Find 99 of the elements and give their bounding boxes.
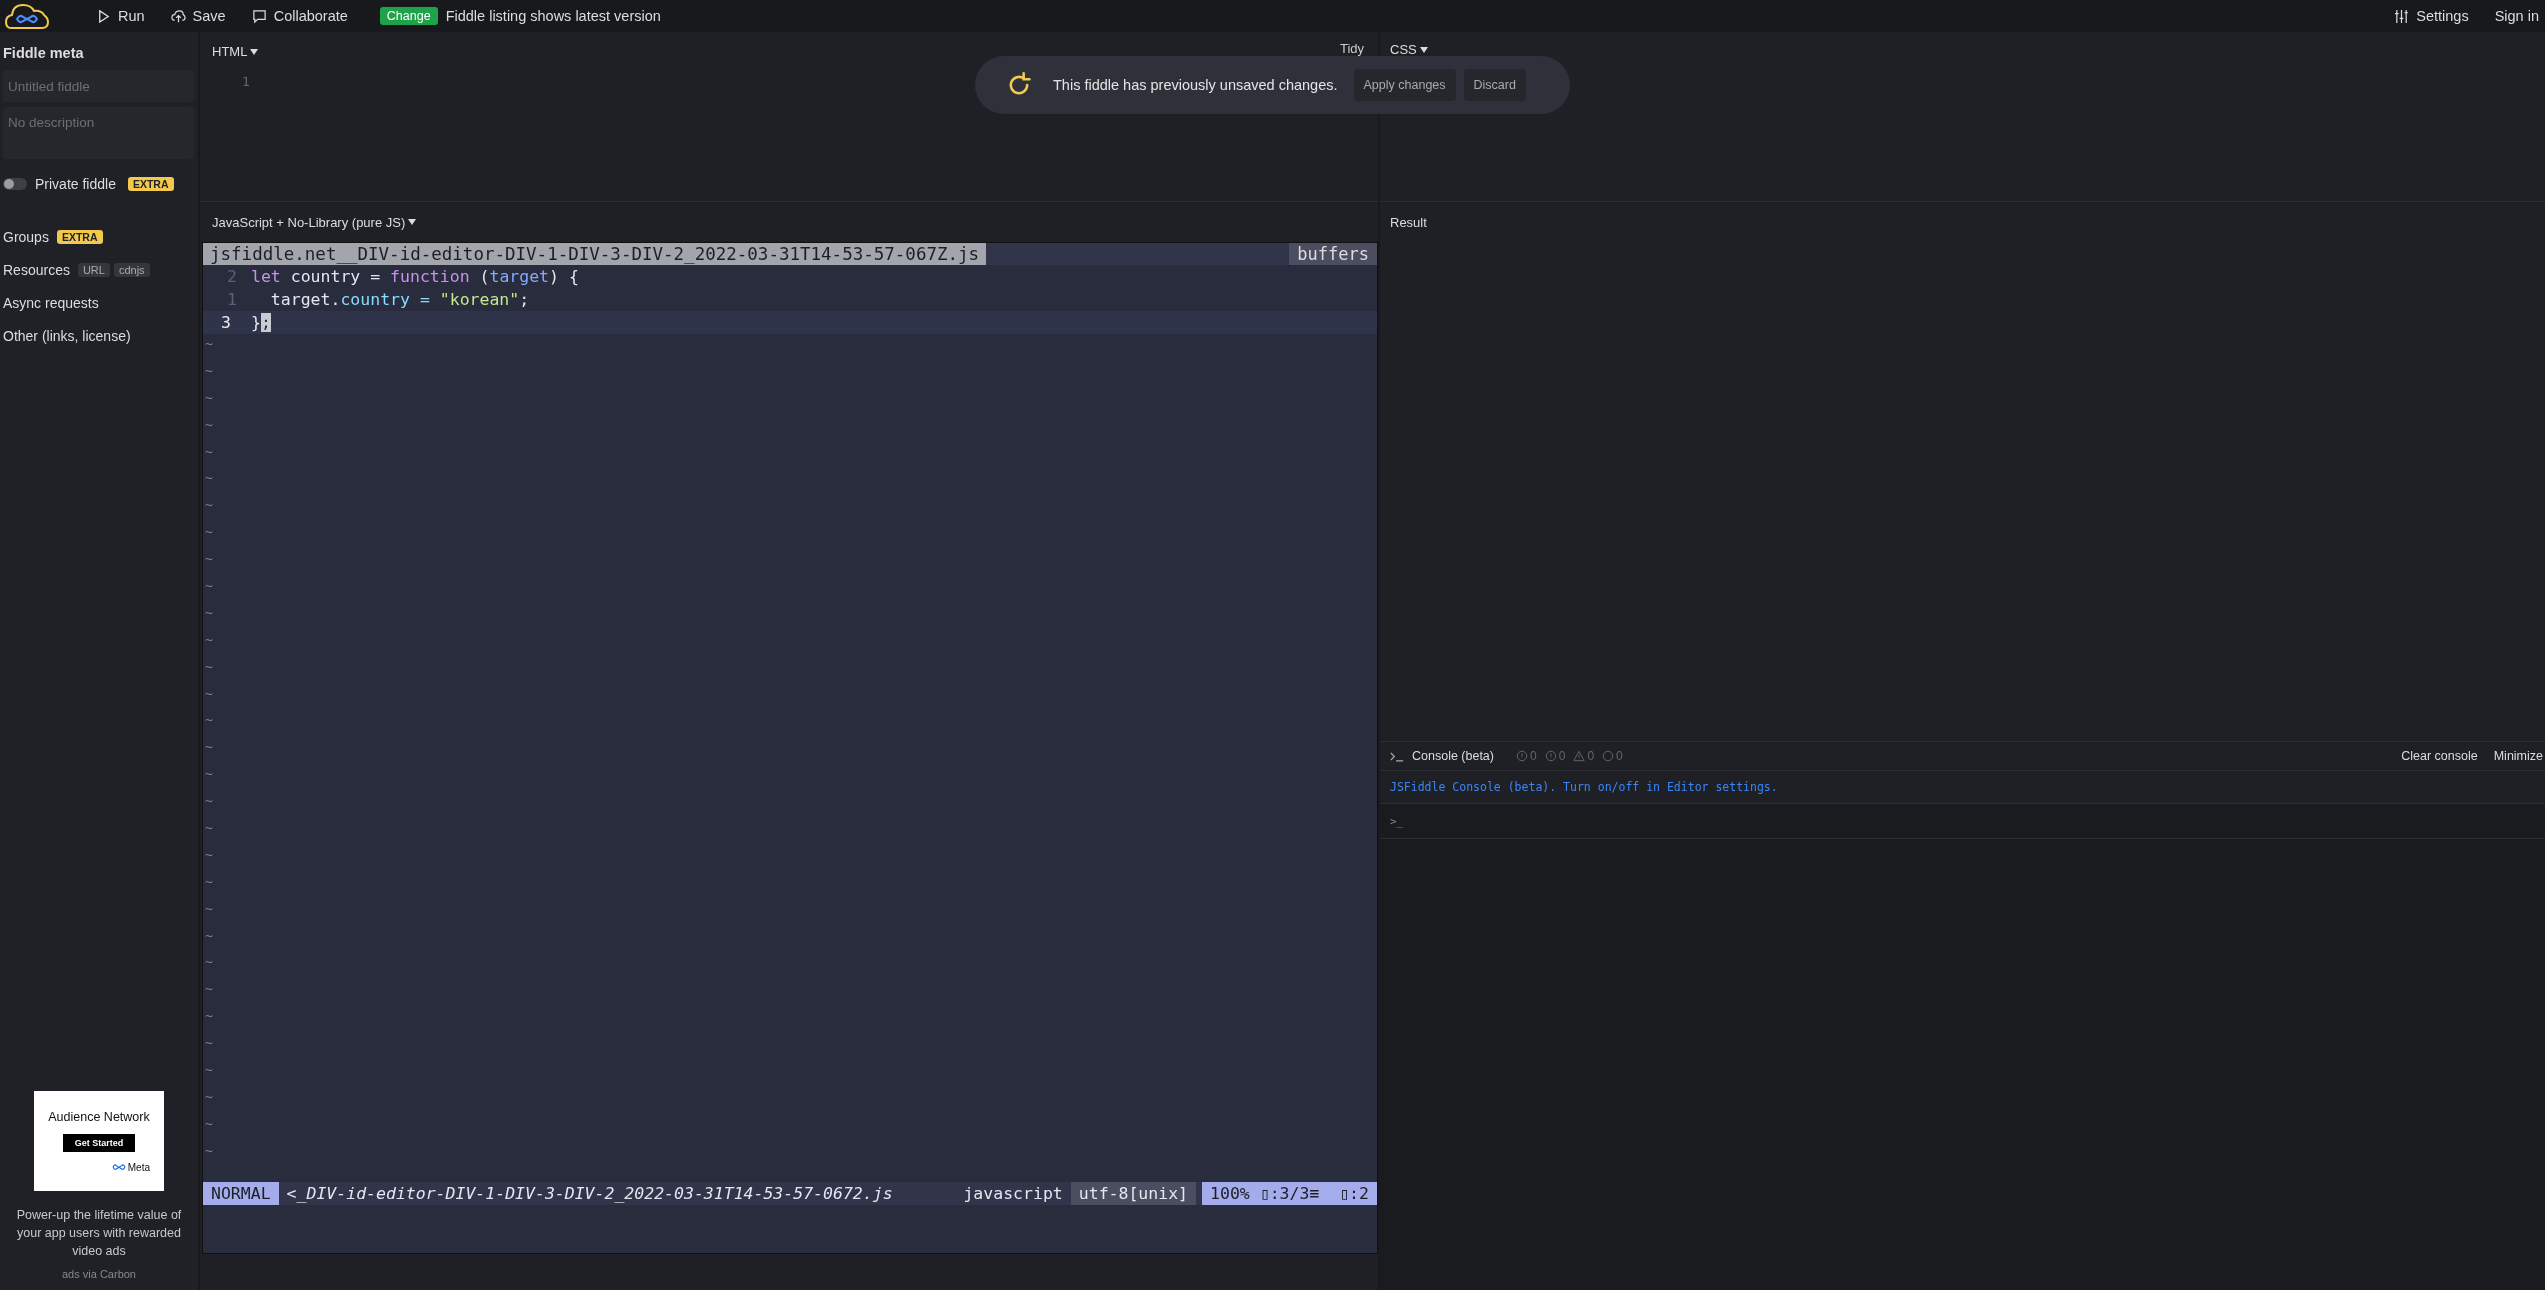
empty-line-marker: ~ <box>205 793 213 809</box>
filetype-label: javascript <box>962 1183 1064 1205</box>
empty-line-marker: ~ <box>205 954 213 970</box>
code-line: target.country = "korean"; <box>269 290 530 309</box>
sidebar-item[interactable]: Resources <box>3 262 70 278</box>
empty-line-marker: ~ <box>205 1062 213 1078</box>
console-count: 0 <box>1587 749 1595 763</box>
console-action-button[interactable]: Minimize <box>2493 749 2543 763</box>
tidy-button[interactable]: Tidy <box>1339 41 1364 56</box>
meta-logo-icon <box>111 1163 126 1171</box>
extra-tag: EXTRA <box>127 177 174 191</box>
resource-tag: URL <box>77 263 110 277</box>
toolbar-button[interactable]: Collaborate <box>251 8 348 24</box>
empty-line-marker: ~ <box>205 443 213 459</box>
private-toggle[interactable] <box>3 178 27 190</box>
empty-line-marker: ~ <box>205 766 213 782</box>
speech-bubble-icon <box>251 8 267 24</box>
resource-tag: EXTRA <box>56 230 103 244</box>
empty-line-marker: ~ <box>205 1035 213 1051</box>
play-icon <box>96 8 111 24</box>
empty-line-marker: ~ <box>205 497 213 513</box>
sidebar-item[interactable]: Groups <box>3 229 49 245</box>
toolbar-button[interactable]: Sign in <box>2494 8 2539 24</box>
empty-line-marker: ~ <box>205 900 213 916</box>
sliders-icon <box>2394 8 2410 24</box>
empty-line-marker: ~ <box>205 524 213 540</box>
warning-icon <box>1573 750 1586 762</box>
terminal-icon <box>1390 750 1404 762</box>
console-title: Console (beta) <box>1412 749 1494 763</box>
language-dropdown[interactable]: HTML <box>212 44 259 59</box>
cloud-upload-icon <box>170 8 186 24</box>
circle-icon <box>1602 750 1615 762</box>
code-editor[interactable] <box>202 242 1378 1254</box>
buffers-label: buffers <box>1289 243 1377 265</box>
sidebar-item[interactable]: Async requests <box>3 295 99 311</box>
empty-line-marker: ~ <box>205 1142 213 1158</box>
line-number: 2 <box>226 267 238 286</box>
get-started-button[interactable]: Get Started <box>62 1133 136 1152</box>
ad-footer-link[interactable]: ads via Carbon <box>62 1268 136 1280</box>
sidebar-title: Fiddle meta <box>3 45 85 61</box>
empty-line-marker: ~ <box>205 1008 213 1024</box>
empty-line-marker: ~ <box>205 927 213 943</box>
empty-line-marker: ~ <box>205 873 213 889</box>
empty-line-marker: ~ <box>205 336 213 351</box>
empty-line-marker: ~ <box>205 470 213 486</box>
ad-text: Power-up the lifetime value of your app users with rewarded video ads <box>15 1207 183 1260</box>
notice-text: Fiddle listing shows latest version <box>445 8 661 24</box>
language-dropdown[interactable]: JavaScript + No-Library (pure JS) <box>212 214 417 230</box>
status-filename: <_DIV-id-editor-DIV-1-DIV-3-DIV-2_2022-03-31T14-53-57-0672.js <box>285 1183 894 1205</box>
empty-line-marker: ~ <box>205 362 213 378</box>
title-field[interactable]: Untitled fiddle <box>3 70 194 102</box>
empty-line-marker: ~ <box>205 981 213 997</box>
resource-tag: cdnjs <box>113 263 150 277</box>
toolbar-button[interactable]: Settings <box>2394 8 2469 24</box>
console-count: 0 <box>1558 749 1566 763</box>
result-label: Result <box>1390 214 1427 230</box>
empty-line-marker: ~ <box>205 820 213 836</box>
empty-line-marker: ~ <box>205 846 213 862</box>
empty-line-marker: ~ <box>205 739 213 755</box>
empty-line-marker: ~ <box>205 658 213 674</box>
code-line: }; <box>251 313 271 332</box>
empty-line-marker: ~ <box>205 1088 213 1104</box>
console-count: 0 <box>1616 749 1623 763</box>
empty-line-marker: ~ <box>205 631 213 647</box>
toolbar-button[interactable]: Save <box>170 8 226 24</box>
private-label: Private fiddle <box>35 176 116 192</box>
ad-banner[interactable]: Audience Network Get Started Meta <box>34 1091 164 1191</box>
sidebar-item[interactable]: Other (links, license) <box>3 328 131 344</box>
mode-indicator: NORMAL <box>203 1182 279 1205</box>
logo-icon[interactable] <box>4 2 50 30</box>
circle-icon <box>1516 750 1528 762</box>
description-field[interactable]: No description <box>3 107 194 159</box>
toast-button[interactable]: Apply changes <box>1353 69 1456 101</box>
console-prompt[interactable]: >_ <box>1390 814 1404 828</box>
empty-line-marker: ~ <box>205 685 213 701</box>
console-count: 0 <box>1530 749 1537 763</box>
cursor-position: 100% ▯:3/3≡ ▯:2 <box>1202 1182 1377 1205</box>
empty-line-marker: ~ <box>205 416 213 432</box>
line-number: 3 <box>220 313 232 332</box>
empty-line-marker: ~ <box>205 712 213 728</box>
empty-line-marker: ~ <box>205 389 213 405</box>
toast-button[interactable]: Discard <box>1463 69 1526 101</box>
empty-line-marker: ~ <box>205 551 213 567</box>
code-line: let country = function (target) { <box>251 267 579 286</box>
toast-message: This fiddle has previously unsaved changes. <box>1053 77 1338 93</box>
console-action-button[interactable]: Clear console <box>2401 749 2478 763</box>
toolbar-button[interactable]: Run <box>96 8 145 24</box>
empty-line-marker: ~ <box>205 1115 213 1131</box>
file-tab[interactable]: jsfiddle.net__DIV-id-editor-DIV-1-DIV-3-DIV-2_2022-03-31T14-53-57-067Z.js <box>203 243 987 265</box>
ad-headline: Audience Network <box>48 1109 150 1124</box>
empty-line-marker: ~ <box>205 604 213 620</box>
console-message: JSFiddle Console (beta). Turn on/off in Editor settings. <box>1390 780 1778 794</box>
line-number: 1 <box>242 74 251 89</box>
empty-line-marker: ~ <box>205 578 213 593</box>
encoding-label: utf-8[unix] <box>1070 1182 1197 1205</box>
change-badge: Change <box>379 7 438 25</box>
line-number: 1 <box>226 290 238 309</box>
circle-icon <box>1544 750 1557 762</box>
ad-brand-name: Meta <box>127 1161 150 1173</box>
